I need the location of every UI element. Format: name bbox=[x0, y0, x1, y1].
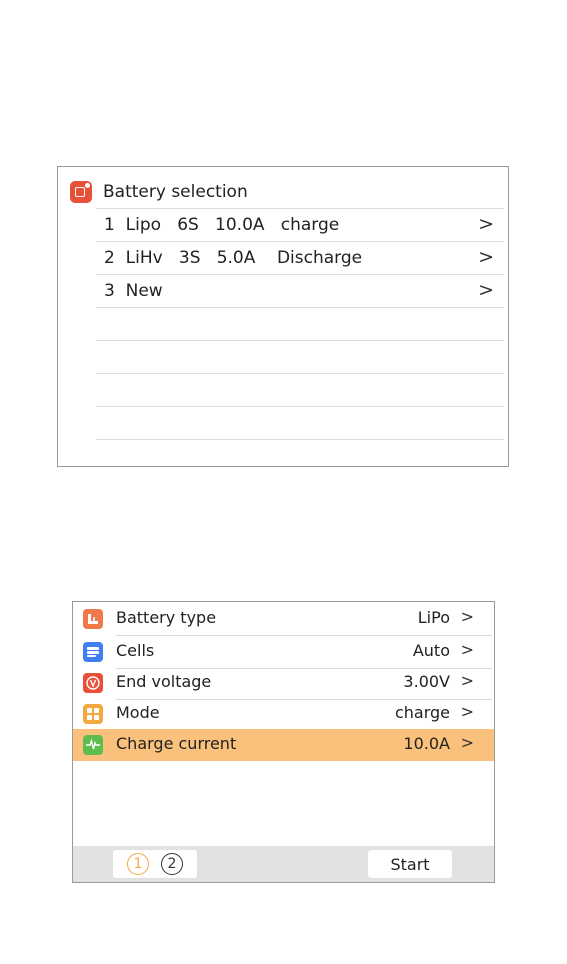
setting-label: Charge current bbox=[116, 734, 237, 753]
setting-battery-type[interactable]: Battery type LiPo > bbox=[73, 603, 494, 635]
setting-label: Battery type bbox=[116, 608, 217, 627]
battery-item-label: 1 Lipo 6S 10.0A charge bbox=[104, 215, 340, 235]
chevron-right-icon: > bbox=[478, 246, 494, 268]
setting-label: Mode bbox=[116, 703, 160, 722]
battery-item-label: 2 LiHv 3S 5.0A Discharge bbox=[104, 248, 363, 268]
chevron-right-icon: > bbox=[478, 213, 494, 235]
chevron-right-icon: > bbox=[460, 640, 474, 659]
setting-end-voltage[interactable]: End voltage 3.00V > bbox=[73, 667, 494, 699]
start-button[interactable]: Start bbox=[368, 850, 452, 878]
empty-row bbox=[96, 439, 504, 472]
voltage-icon bbox=[83, 673, 103, 693]
page-selector: 1 2 bbox=[113, 850, 197, 878]
chevron-right-icon: > bbox=[478, 279, 494, 301]
setting-value: charge bbox=[394, 703, 450, 722]
empty-row bbox=[96, 307, 504, 340]
empty-row bbox=[96, 373, 504, 406]
chevron-right-icon: > bbox=[460, 607, 474, 626]
setting-label: Cells bbox=[116, 641, 155, 660]
setting-value: Auto bbox=[412, 641, 450, 660]
current-icon bbox=[83, 735, 103, 755]
setting-charge-current[interactable]: Charge current 10.0A > bbox=[73, 729, 494, 761]
battery-type-icon bbox=[83, 609, 103, 629]
cells-icon bbox=[83, 642, 103, 662]
chevron-right-icon: > bbox=[460, 733, 474, 752]
battery-selection-title: Battery selection bbox=[103, 182, 248, 202]
setting-value: LiPo bbox=[417, 608, 450, 627]
setting-mode[interactable]: Mode charge > bbox=[73, 698, 494, 730]
charge-settings-panel: Battery type LiPo > Cells Auto > End vol… bbox=[72, 601, 495, 883]
chevron-right-icon: > bbox=[460, 671, 474, 690]
battery-item-1[interactable]: 1 Lipo 6S 10.0A charge > bbox=[96, 208, 504, 241]
chevron-right-icon: > bbox=[460, 702, 474, 721]
setting-value: 10.0A bbox=[403, 734, 450, 753]
battery-item-3-new[interactable]: 3 New > bbox=[96, 274, 504, 307]
setting-label: End voltage bbox=[116, 672, 212, 691]
page-2-button[interactable]: 2 bbox=[161, 853, 183, 875]
mode-icon bbox=[83, 704, 103, 724]
empty-row bbox=[96, 406, 504, 439]
page-1-button[interactable]: 1 bbox=[127, 853, 149, 875]
bottom-toolbar: 1 2 Start bbox=[73, 846, 494, 882]
battery-item-2[interactable]: 2 LiHv 3S 5.0A Discharge > bbox=[96, 241, 504, 274]
empty-row bbox=[96, 340, 504, 373]
battery-item-label: 3 New bbox=[104, 281, 163, 301]
battery-selection-icon bbox=[70, 181, 92, 203]
battery-selection-header: Battery selection bbox=[70, 179, 248, 205]
setting-cells[interactable]: Cells Auto > bbox=[73, 636, 494, 668]
battery-selection-panel: Battery selection 1 Lipo 6S 10.0A charge… bbox=[57, 166, 509, 467]
setting-value: 3.00V bbox=[403, 672, 450, 691]
